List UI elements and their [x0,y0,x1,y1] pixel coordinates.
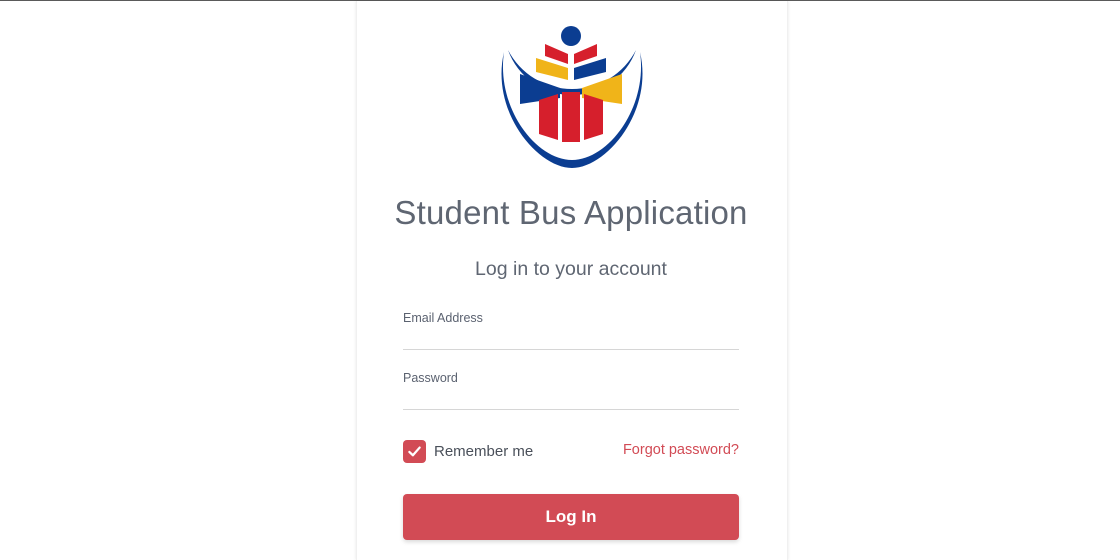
logo-wing-red-left [545,44,568,64]
password-field[interactable] [403,387,739,410]
app-title: Student Bus Application [394,194,748,231]
remember-me-checkbox[interactable] [403,440,426,463]
email-label: Email Address [403,311,483,325]
logo-head [561,26,581,46]
check-icon [408,446,421,457]
login-button[interactable]: Log In [403,494,739,540]
logo-body-right [584,94,603,140]
logo-wing-red-right [574,44,597,64]
remember-me-label: Remember me [434,443,534,460]
logo-body-left [539,94,558,140]
password-label: Password [403,371,458,385]
logo-body-center [562,92,580,142]
school-emblem-logo [501,26,643,168]
login-subtitle: Log in to your account [475,258,667,280]
email-field[interactable] [403,327,739,350]
forgot-password-link[interactable]: Forgot password? [623,442,739,458]
